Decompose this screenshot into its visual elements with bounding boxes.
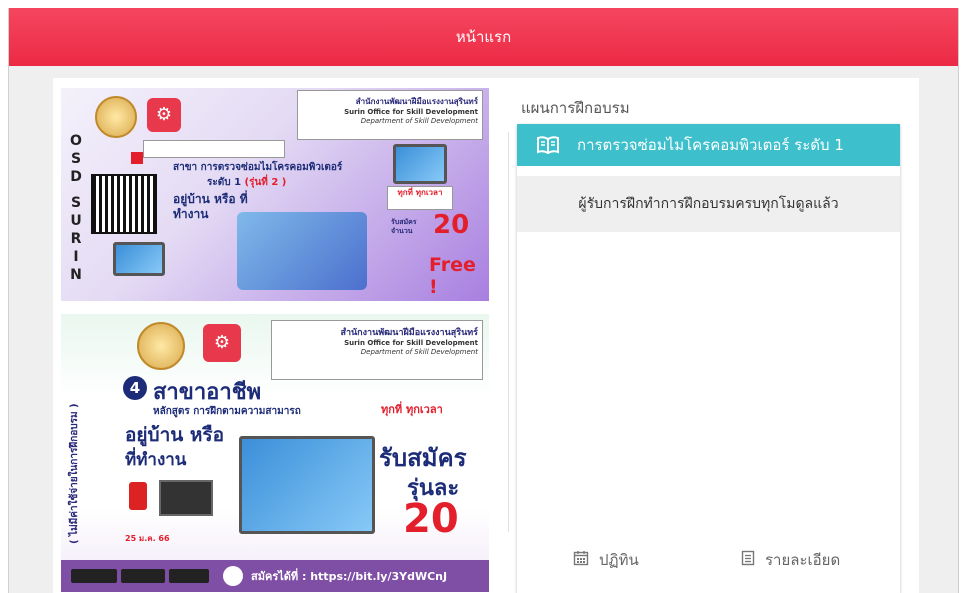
laptop-illustration <box>159 480 213 516</box>
org-name-en: Surin Office for Skill Development <box>344 339 478 347</box>
dept-name-en: Department of Skill Development <box>360 117 478 125</box>
top-bar: หน้าแรก <box>9 8 958 66</box>
dept-name-en: Department of Skill Development <box>360 348 478 356</box>
calendar-label: ปฏิทิน <box>599 551 639 569</box>
app-logo-icon: ⚙ <box>203 324 241 362</box>
org-name-en: Surin Office for Skill Development <box>344 108 478 116</box>
google-play-badge[interactable] <box>71 569 117 583</box>
agency-logo <box>137 322 185 370</box>
course-card-header[interactable]: การตรวจซ่อมไมโครคอมพิวเตอร์ ระดับ 1 <box>517 124 900 166</box>
course-info: สาขา การตรวจซ่อมไมโครคอมพิวเตอร์ ระดับ 1… <box>173 160 383 190</box>
page-title: หน้าแรก <box>455 28 512 46</box>
completion-message: ผู้รับการฝึกทำการฝึกอบรมครบทุกโมดูลแล้ว <box>517 176 900 232</box>
course-line2: ระดับ 1 <box>207 177 242 188</box>
app-store-badge[interactable] <box>121 569 165 583</box>
app-gallery-badge[interactable] <box>169 569 209 583</box>
document-icon <box>741 550 755 570</box>
org-box: สำนักงานพัฒนาฝีมือแรงงานสุรินทร์ Surin O… <box>271 320 483 380</box>
org-name-th: สำนักงานพัฒนาฝีมือแรงงานสุรินทร์ <box>340 328 478 338</box>
plan-section-title: แผนการฝึกอบรม <box>521 99 630 117</box>
seats-label: รับสมัคร จำนวน <box>391 218 417 235</box>
course-generation: (รุ่นที่ 2 ) <box>244 177 287 188</box>
course-line1: สาขา การตรวจซ่อมไมโครคอมพิวเตอร์ <box>173 162 343 173</box>
osd-letters: O S D S U R I N <box>70 133 82 283</box>
free-training-note: ( ไม่มีค่าใช้จ่ายในการฝึกอบรม ) <box>69 403 80 544</box>
count-badge: 4 <box>123 376 147 400</box>
course-card: การตรวจซ่อมไมโครคอมพิวเตอร์ ระดับ 1 ผู้ร… <box>517 124 900 593</box>
work-label: ที่ทำงาน <box>125 450 187 470</box>
apply-link[interactable]: สมัครได้ที่ : https://bit.ly/3YdWCnJ <box>251 567 447 585</box>
phone-illustration <box>129 482 147 510</box>
calendar-icon <box>573 550 589 570</box>
app-logo-icon: ⚙ <box>147 98 181 132</box>
qr-code <box>91 174 157 234</box>
org-box: สำนักงานพัฒนาฝีมือแรงงานสุรินทร์ Surin O… <box>297 90 483 140</box>
column-divider <box>508 132 509 532</box>
course-poster-top[interactable]: ⚙ สำนักงานพัฒนาฝีมือแรงงานสุรินทร์ Surin… <box>61 88 489 301</box>
agency-logo <box>95 96 137 138</box>
seats-count: 20 <box>403 496 459 542</box>
link-icon <box>223 566 243 586</box>
course-title: การตรวจซ่อมไมโครคอมพิวเตอร์ ระดับ 1 <box>577 136 844 154</box>
calendar-button[interactable]: ปฏิทิน <box>573 548 639 572</box>
monitor-illustration <box>393 144 447 184</box>
laptop-illustration <box>113 242 165 276</box>
desk-illustration <box>237 212 367 290</box>
anytime-badge: ทุกที่ ทุกเวลา <box>387 186 453 210</box>
anytime-label: ทุกที่ ทุกเวลา <box>381 403 443 416</box>
subline: หลักสูตร การฝึกตามความสามารถ <box>153 406 301 417</box>
deadline-date: 25 ม.ค. 66 <box>125 534 170 543</box>
org-name-th: สำนักงานพัฒนาฝีมือแรงงานสุรินทร์ <box>355 97 478 106</box>
details-label: รายละเอียด <box>765 551 841 569</box>
apply-banner[interactable]: สมัครได้ที่ : https://bit.ly/3YdWCnJ <box>61 560 489 592</box>
seats-count: 20 <box>433 210 470 240</box>
computer-illustration <box>239 436 375 534</box>
completion-text: ผู้รับการฝึกทำการฝึกอบรมครบทุกโมดูลแล้ว <box>578 196 839 212</box>
book-open-icon <box>537 136 559 154</box>
header-strip <box>143 140 285 158</box>
details-button[interactable]: รายละเอียด <box>741 548 840 572</box>
course-poster-bottom[interactable]: ⚙ สำนักงานพัฒนาฝีมือแรงงานสุรินทร์ Surin… <box>61 314 489 592</box>
card-actions: ปฏิทิน รายละเอียด <box>517 548 900 578</box>
main-content: ⚙ สำนักงานพัฒนาฝีมือแรงงานสุรินทร์ Surin… <box>53 78 919 593</box>
free-label: Free ! <box>429 254 476 298</box>
red-square <box>131 152 143 164</box>
app-frame: หน้าแรก ⚙ สำนักงานพัฒนาฝีมือแรงงานสุรินท… <box>8 8 959 593</box>
